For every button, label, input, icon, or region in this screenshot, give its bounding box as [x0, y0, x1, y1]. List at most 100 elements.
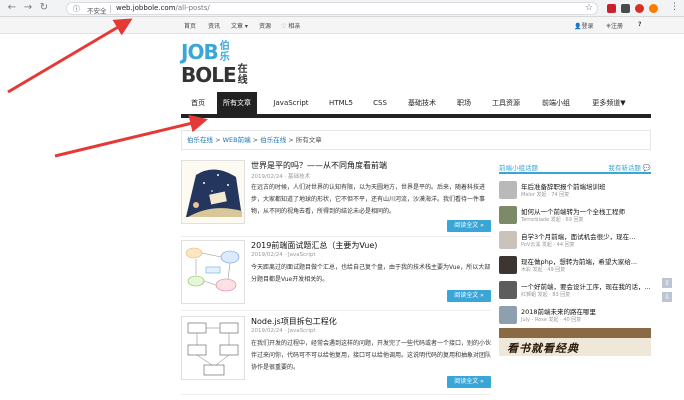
login-link[interactable]: 👤登录: [574, 21, 594, 30]
read-more-button[interactable]: 阅读全文 »: [447, 220, 491, 232]
article-title[interactable]: Node.js项目拆包工程化: [251, 316, 337, 327]
article-meta: 2019/02/24 · 基础技术: [251, 174, 310, 180]
breadcrumb-link-web[interactable]: WEB前端: [223, 136, 251, 144]
topic-title[interactable]: 2018前端未来的路在哪里: [521, 306, 596, 316]
topbar-link-dating[interactable]: ♡ 相亲: [281, 21, 300, 30]
article-excerpt: 在我们开发的过程中，经常会遇到这样的问题，开发完了一些代码或者一个接口，别的小伙…: [251, 340, 492, 371]
heart-icon: ♡: [281, 23, 287, 30]
article-thumbnail[interactable]: [181, 160, 245, 224]
back-icon[interactable]: ←: [6, 2, 18, 14]
article-excerpt: 在远古的时候，人们对世界的认知有限，以为天圆地方，世界是平的。后来，随着科技进步…: [251, 184, 486, 215]
help-icon[interactable]: ?: [638, 21, 641, 28]
topbar-link-news[interactable]: 资讯: [208, 21, 220, 30]
new-topic-link[interactable]: 我有新话题 💬: [608, 162, 651, 172]
info-icon[interactable]: ⓘ: [73, 4, 80, 14]
article-divider: [181, 236, 491, 237]
topbar-link-articles-label: 文章: [231, 23, 244, 30]
forward-icon[interactable]: →: [22, 2, 34, 14]
topic-item[interactable]: 如何从一个前端转为一个全栈工程师 Terrorblade 发起 · 69 回复: [499, 205, 651, 227]
register-link[interactable]: ⁜注册: [606, 21, 623, 30]
logo-cn-bottom: 在线: [237, 64, 248, 86]
extension-icon[interactable]: [635, 4, 644, 13]
topic-title[interactable]: 如何从一个前端转为一个全栈工程师: [521, 206, 625, 216]
banner-text: 看书就看经典: [507, 342, 579, 355]
extension-icon[interactable]: [649, 4, 658, 13]
breadcrumb-link-home[interactable]: 伯乐在线: [187, 136, 213, 144]
article-item: Node.js项目拆包工程化 2019/02/24 · JavaScript 在…: [181, 316, 492, 395]
topic-title[interactable]: 自学3个月前端，面试机会很少，现在...: [521, 231, 635, 241]
topic-meta: PoV云溪 发起 · 44 回复: [521, 242, 575, 248]
logo-job: JOB: [181, 40, 219, 64]
nav-item-frontend-group[interactable]: 前端小组: [533, 92, 579, 114]
sidebar-header: 前端小组话题 我有新话题 💬: [499, 160, 651, 174]
avatar: [499, 306, 517, 324]
article-title[interactable]: 世界是平的吗？——从不同角度看前端: [251, 160, 387, 171]
topic-item[interactable]: 现在做php，想转为前端，希望大家给... 木彩 发起 · 49 回复: [499, 255, 651, 277]
breadcrumb-sep: >: [286, 136, 296, 144]
new-topic-label: 我有新话题: [608, 164, 641, 172]
login-label: 登录: [581, 23, 594, 30]
url-text[interactable]: web.jobbole.com/all-posts/: [116, 4, 210, 12]
nav-item-home[interactable]: 首页: [181, 92, 215, 114]
article-title[interactable]: 2019前端面试题汇总（主要为Vue): [251, 240, 377, 251]
article-meta: 2019/02/24 · JavaScript: [251, 252, 316, 258]
logo-row-bottom: BOLE 在线: [181, 63, 251, 86]
topic-item[interactable]: 一个好前端，要会设计工序，现在我的话，... 红狮蛆 发起 · 83 回复: [499, 280, 651, 302]
topic-title[interactable]: 一个好前端，要会设计工序，现在我的话，...: [521, 281, 651, 291]
topbar-link-home[interactable]: 首页: [184, 21, 196, 30]
article-excerpt: 今天距离过的面试题目做个汇总，也给自己复个盘，由于我的技术栈主要为Vue，所以大…: [251, 264, 491, 283]
breadcrumb-sep: >: [213, 136, 223, 144]
article-item: 世界是平的吗？——从不同角度看前端 2019/02/24 · 基础技术 在远古的…: [181, 160, 491, 237]
address-bar[interactable]: ⓘ 不安全 web.jobbole.com/all-posts/ ☆: [66, 2, 598, 15]
main-nav: 首页 所有文章 JavaScript HTML5 CSS 基础技术 职场 工具资…: [181, 92, 651, 118]
reload-icon[interactable]: ↻: [38, 2, 50, 14]
browser-toolbar: ← → ↻ ⓘ 不安全 web.jobbole.com/all-posts/ ☆…: [0, 0, 684, 17]
topbar-link-resources[interactable]: 资源: [259, 21, 271, 30]
scroll-down-icon[interactable]: ⇩: [662, 292, 672, 302]
topic-meta: Terrorblade 发起 · 69 回复: [521, 217, 584, 223]
chevron-down-icon: ▾: [243, 23, 248, 30]
nav-item-javascript[interactable]: JavaScript: [263, 92, 319, 114]
topbar-link-articles[interactable]: 文章 ▾: [231, 21, 248, 30]
extension-icon[interactable]: [621, 4, 630, 13]
read-more-button[interactable]: 阅读全文 »: [447, 290, 491, 302]
article-thumbnail[interactable]: [181, 316, 245, 380]
article-item: 2019前端面试题汇总（主要为Vue) 2019/02/24 · JavaScr…: [181, 240, 491, 314]
nav-item-basic-tech[interactable]: 基础技术: [399, 92, 445, 114]
site-topbar: 首页 资讯 文章 ▾ 资源 ♡ 相亲 👤登录 ⁜注册 ?: [0, 17, 684, 34]
topbar-link-dating-label: 相亲: [288, 23, 301, 30]
article-meta: 2019/02/24 · JavaScript: [251, 328, 316, 334]
topic-item[interactable]: 自学3个月前端，面试机会很少，现在... PoV云溪 发起 · 44 回复: [499, 230, 651, 252]
topic-item[interactable]: 2018前端未来的路在哪里 July - Rose 发起 · 40 回复: [499, 305, 651, 327]
security-label: 不安全: [87, 7, 107, 15]
nav-item-html5[interactable]: HTML5: [321, 92, 361, 114]
site-logo[interactable]: JOB 伯乐 BOLE 在线: [181, 40, 251, 86]
chat-icon: 💬: [642, 164, 651, 172]
topic-meta: July - Rose 发起 · 40 回复: [521, 317, 582, 323]
logo-bole: BOLE: [181, 63, 237, 87]
url-path: /all-posts/: [175, 4, 210, 12]
sidebar-title[interactable]: 前端小组话题: [499, 162, 538, 172]
topic-item[interactable]: 年后准备辞职报个前端培训班 Melor 发起 · 74 回复: [499, 180, 651, 202]
nav-item-tools[interactable]: 工具资源: [483, 92, 529, 114]
breadcrumb-link-jobbole[interactable]: 伯乐在线: [260, 136, 286, 144]
book-banner[interactable]: 看书就看经典: [499, 328, 651, 356]
nav-item-more-channels[interactable]: 更多频道▼: [583, 92, 635, 114]
topic-meta: 木彩 发起 · 49 回复: [521, 267, 566, 273]
topic-title[interactable]: 现在做php，想转为前端，希望大家给...: [521, 256, 637, 266]
sidebar-topics: 前端小组话题 我有新话题 💬 年后准备辞职报个前端培训班 Melor 发起 · …: [499, 160, 651, 356]
nav-item-all-posts[interactable]: 所有文章: [217, 92, 257, 114]
article-thumbnail[interactable]: [181, 240, 245, 304]
url-host: web.jobbole.com: [116, 4, 176, 12]
avatar: [499, 281, 517, 299]
bookmark-star-icon[interactable]: ☆: [585, 3, 593, 13]
nav-item-css[interactable]: CSS: [365, 92, 395, 114]
topic-title[interactable]: 年后准备辞职报个前端培训班: [521, 181, 606, 191]
avatar: [499, 206, 517, 224]
extension-icon[interactable]: [607, 4, 616, 13]
nav-item-career[interactable]: 职场: [449, 92, 479, 114]
scroll-top-icon[interactable]: ⇧: [662, 278, 672, 288]
avatar: [499, 231, 517, 249]
read-more-button[interactable]: 阅读全文 »: [447, 376, 491, 388]
browser-menu-icon[interactable]: ⋮: [670, 2, 679, 12]
